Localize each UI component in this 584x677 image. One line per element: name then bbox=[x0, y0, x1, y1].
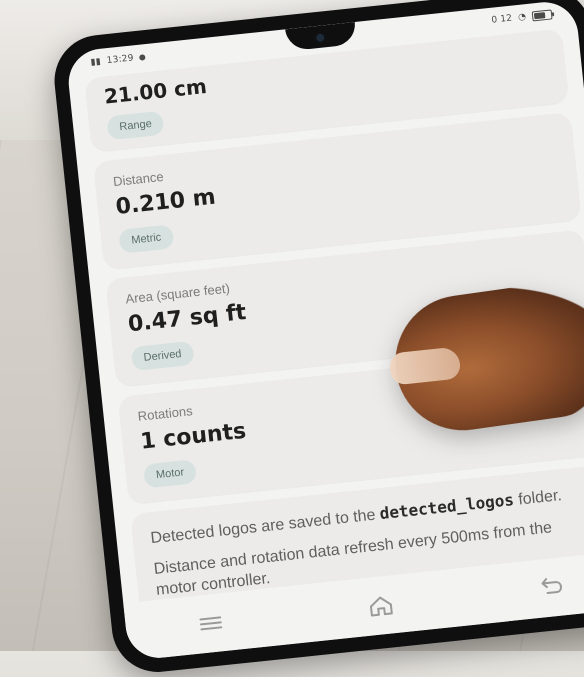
status-right: 0 12 ◔ bbox=[490, 9, 553, 26]
back-icon bbox=[541, 578, 562, 595]
nav-home-button[interactable] bbox=[362, 587, 399, 624]
nav-back-button[interactable] bbox=[532, 569, 569, 606]
dashboard-content[interactable]: 21.00 cm Range Distance 0.210 m Metric A… bbox=[84, 22, 584, 620]
info-folder-name: detected_logos bbox=[378, 490, 515, 524]
battery-icon bbox=[531, 9, 553, 22]
nav-menu-button[interactable] bbox=[192, 605, 229, 642]
notification-dot-icon bbox=[139, 54, 146, 61]
status-left: ▮▮ 13:29 bbox=[90, 52, 146, 68]
range-chip: Range bbox=[106, 110, 165, 141]
front-camera-icon bbox=[313, 31, 327, 45]
menu-icon bbox=[199, 616, 223, 631]
phone: ▮▮ 13:29 0 12 ◔ 21.00 cm Range Distance … bbox=[50, 0, 584, 677]
area-chip: Derived bbox=[130, 340, 195, 372]
status-time: 13:29 bbox=[106, 53, 135, 67]
phone-screen: ▮▮ 13:29 0 12 ◔ 21.00 cm Range Distance … bbox=[65, 0, 584, 662]
status-right-text: 0 12 bbox=[490, 13, 513, 26]
rotations-chip: Motor bbox=[142, 459, 198, 489]
wifi-icon: ◔ bbox=[517, 12, 527, 23]
info-line-1-suffix: folder. bbox=[517, 487, 563, 509]
home-icon bbox=[369, 596, 393, 617]
signal-icon: ▮▮ bbox=[90, 56, 102, 68]
distance-chip: Metric bbox=[118, 224, 175, 254]
